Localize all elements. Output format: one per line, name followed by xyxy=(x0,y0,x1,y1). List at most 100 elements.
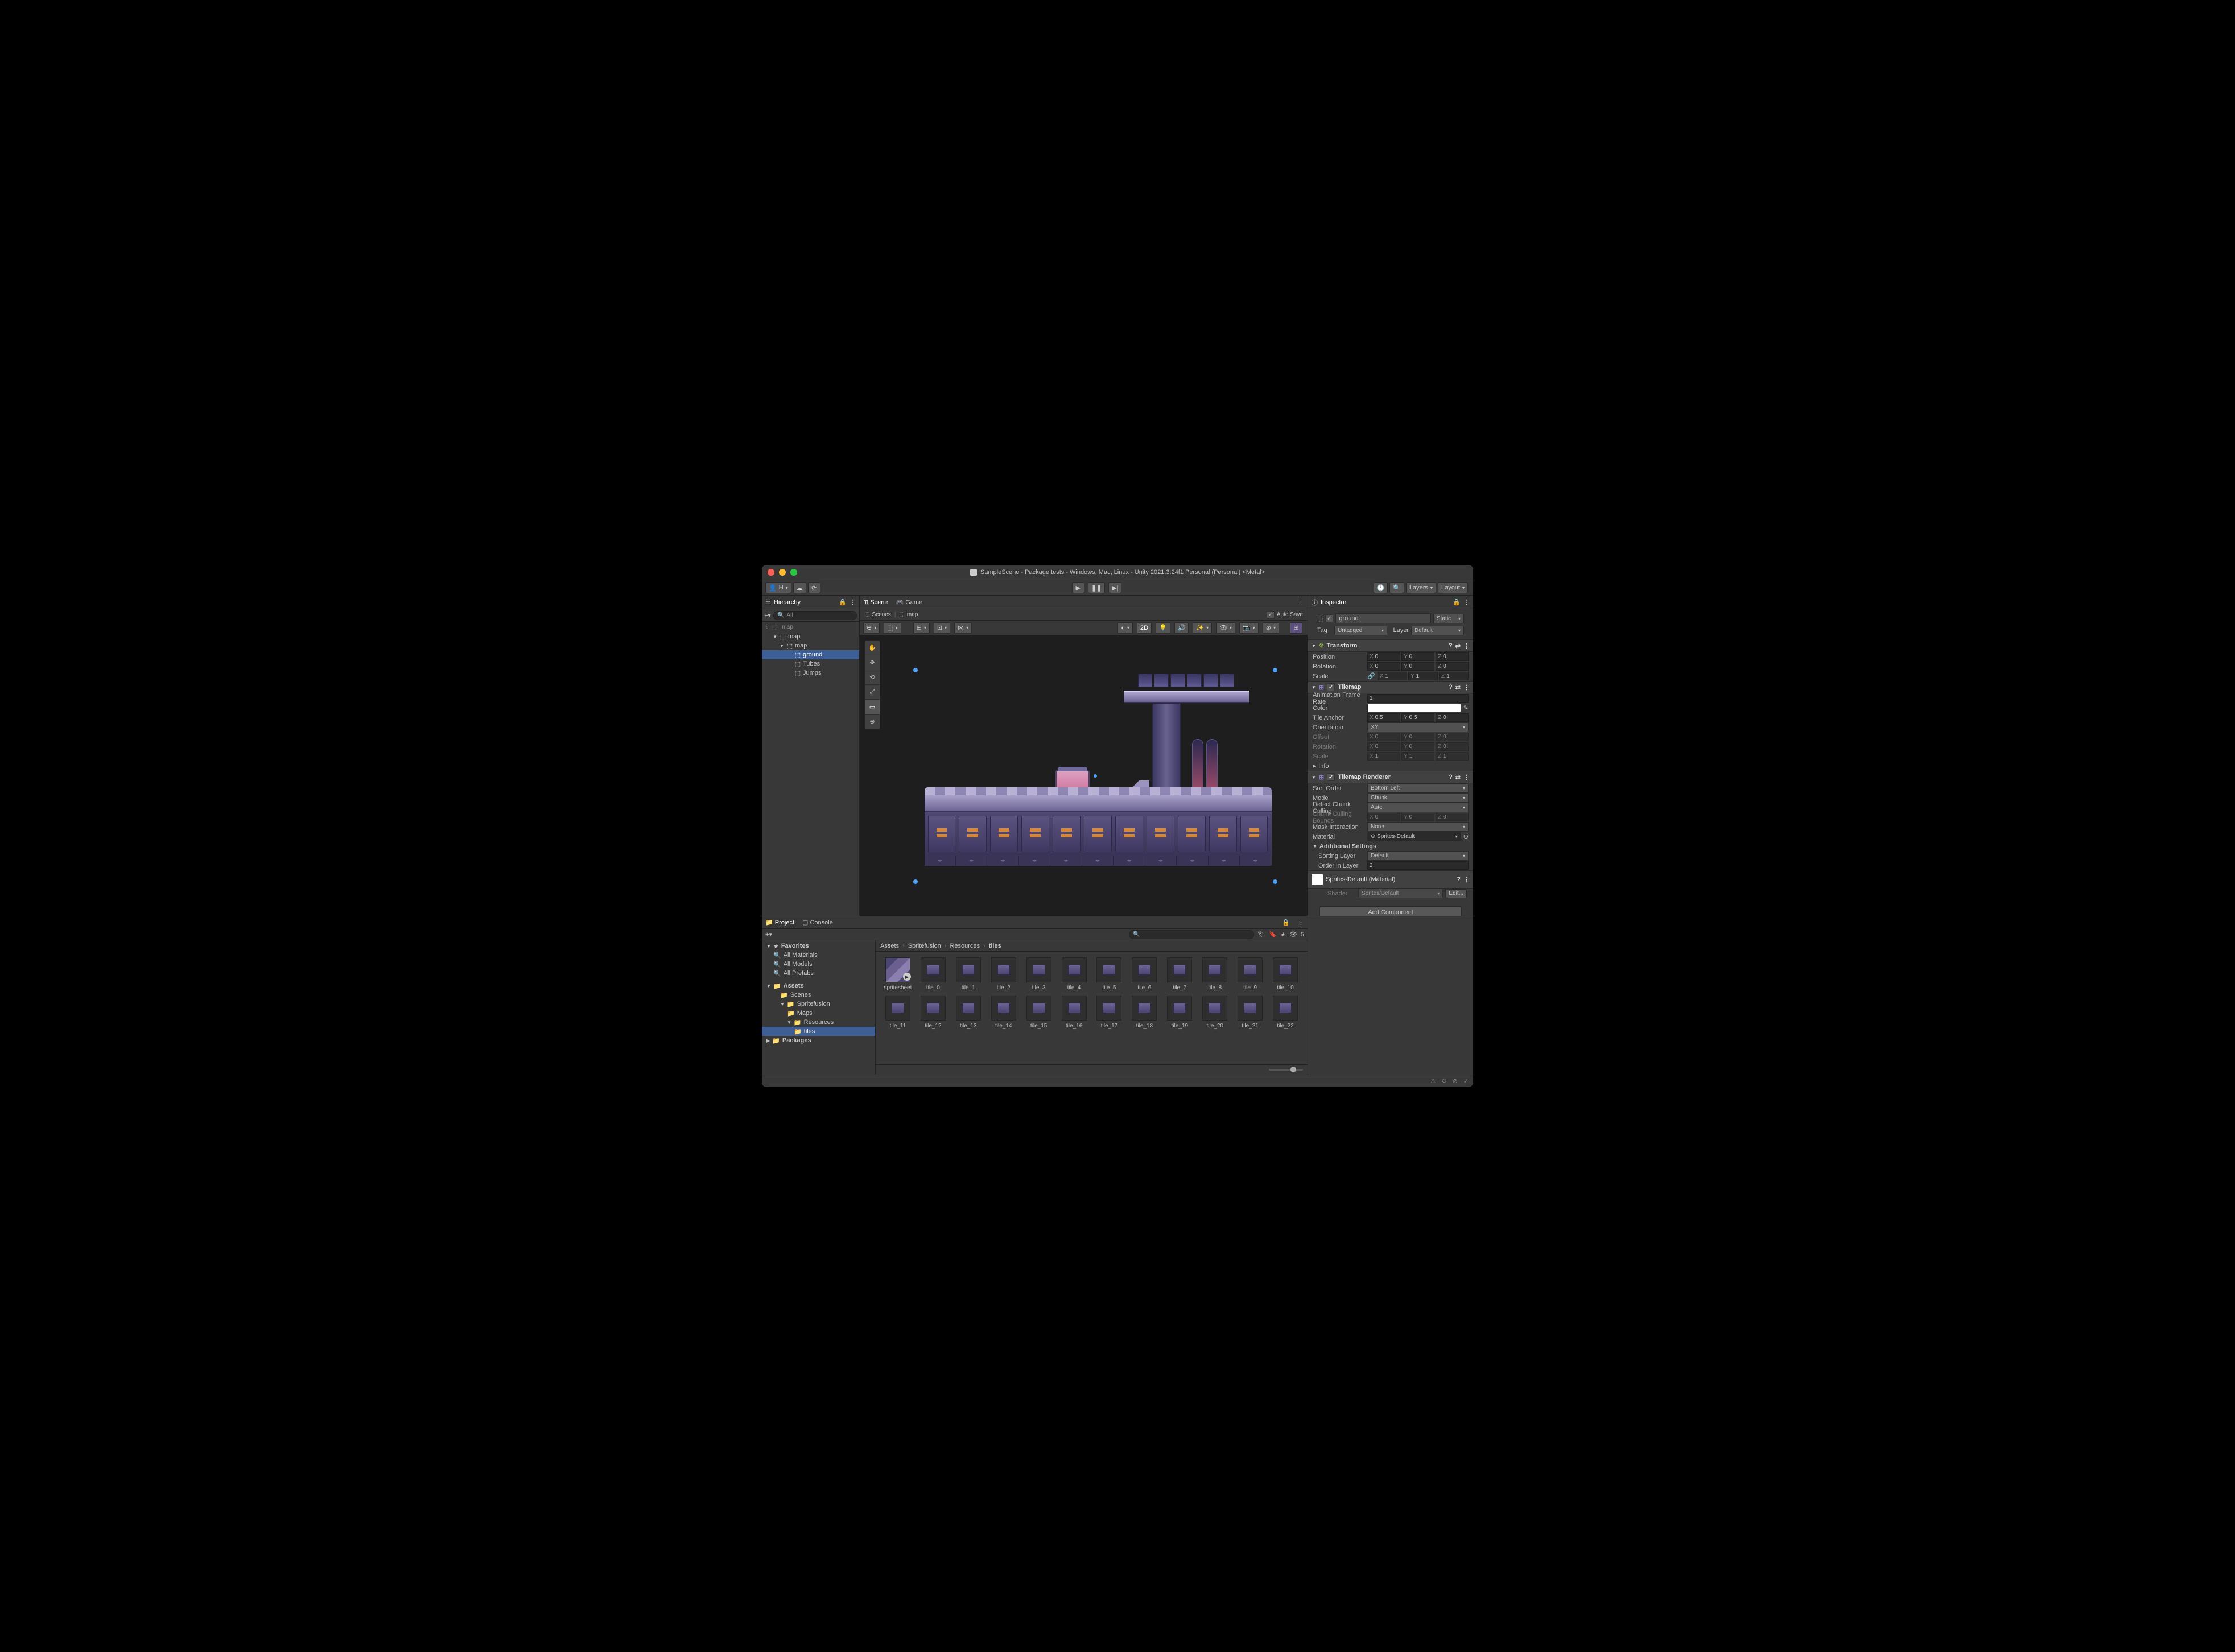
mode-dropdown[interactable]: Chunk xyxy=(1367,793,1469,803)
camera-settings[interactable]: 📷 xyxy=(1239,622,1259,634)
rotation-y-field[interactable]: Y0 xyxy=(1401,662,1434,671)
asset-item[interactable]: tile_16 xyxy=(1058,996,1091,1029)
position-y-field[interactable]: Y0 xyxy=(1401,652,1434,661)
2d-toggle[interactable]: 2D xyxy=(1137,622,1152,634)
favorite-icon[interactable]: ★ xyxy=(1280,931,1286,938)
eyedropper-icon[interactable]: ✎ xyxy=(1463,704,1469,712)
history-button[interactable]: ⟳ xyxy=(808,582,820,593)
rect-tool[interactable]: ▭ xyxy=(865,700,880,715)
pivot-mode-dropdown[interactable]: ⊕ xyxy=(863,622,880,634)
snap-dropdown[interactable]: ⋈ xyxy=(954,622,972,634)
asset-item[interactable]: tile_12 xyxy=(917,996,950,1029)
scale-z-field[interactable]: Z1 xyxy=(1439,672,1469,680)
tilemap-enabled-checkbox[interactable]: ✓ xyxy=(1327,683,1335,691)
scale-y-field[interactable]: Y1 xyxy=(1408,672,1438,680)
selection-handle[interactable] xyxy=(1273,879,1277,884)
static-dropdown[interactable]: Static xyxy=(1433,614,1464,623)
component-menu-icon[interactable]: ⋮ xyxy=(1463,642,1470,650)
selection-handle[interactable] xyxy=(1273,668,1277,672)
expand-toggle[interactable]: ▼ xyxy=(772,634,778,639)
transform-tool[interactable]: ⊕ xyxy=(865,715,880,729)
asset-item[interactable]: tile_19 xyxy=(1163,996,1196,1029)
gizmos-dropdown[interactable]: ⊛ xyxy=(1263,622,1279,634)
asset-item[interactable]: tile_9 xyxy=(1234,957,1267,991)
grid-snap-dropdown[interactable]: ⊞ xyxy=(913,622,930,634)
additional-foldout[interactable]: ▼Additional Settings xyxy=(1308,841,1473,851)
anchor-z-field[interactable]: Z0 xyxy=(1436,713,1469,722)
asset-item[interactable]: tile_11 xyxy=(881,996,914,1029)
material-field[interactable]: ⊙ Sprites-Default xyxy=(1367,832,1461,841)
inspector-menu-icon[interactable]: ⋮ xyxy=(1463,598,1470,606)
step-button[interactable]: ▶| xyxy=(1108,582,1121,593)
anchor-x-field[interactable]: X0.5 xyxy=(1367,713,1400,722)
handle-mode-dropdown[interactable]: ⬚ xyxy=(884,622,901,634)
order-field[interactable]: 2 xyxy=(1367,861,1469,870)
visibility-toggle[interactable]: 👁 xyxy=(1216,622,1235,634)
status-icon[interactable]: ⊘ xyxy=(1453,1077,1458,1085)
undo-history-button[interactable]: 🕘 xyxy=(1374,582,1388,593)
hierarchy-search[interactable]: 🔍 All xyxy=(773,611,857,620)
scale-x-field[interactable]: X1 xyxy=(1378,672,1407,680)
folder-item[interactable]: ▼📁Resources xyxy=(762,1018,875,1027)
rotation-z-field[interactable]: Z0 xyxy=(1436,662,1469,671)
component-menu-icon[interactable]: ⋮ xyxy=(1463,774,1470,781)
active-checkbox[interactable]: ✓ xyxy=(1325,614,1333,622)
inspector-tab[interactable]: Inspector xyxy=(1321,599,1346,606)
cloud-button[interactable]: ☁ xyxy=(793,582,806,593)
breadcrumb-item[interactable]: Assets xyxy=(880,943,899,949)
hierarchy-lock-icon[interactable]: 🔒 xyxy=(839,598,847,606)
status-icon[interactable]: ⚠ xyxy=(1430,1077,1436,1085)
mask-dropdown[interactable]: None xyxy=(1367,822,1469,832)
snap-increment-dropdown[interactable]: ⊡ xyxy=(934,622,950,634)
component-menu-icon[interactable]: ⋮ xyxy=(1463,684,1470,691)
scene-breadcrumb-current[interactable]: ⬚map xyxy=(899,612,918,618)
console-tab[interactable]: ▢ Console xyxy=(802,919,833,926)
frame-rate-field[interactable]: 1 xyxy=(1367,694,1469,703)
grid-toggle[interactable]: ⊞ xyxy=(1290,622,1302,634)
sorting-layer-dropdown[interactable]: Default xyxy=(1367,851,1469,861)
add-component-button[interactable]: Add Component xyxy=(1319,906,1462,916)
position-x-field[interactable]: X0 xyxy=(1367,652,1400,661)
asset-item[interactable]: spritesheet xyxy=(881,957,914,991)
asset-item[interactable]: tile_7 xyxy=(1163,957,1196,991)
object-name-field[interactable]: ground xyxy=(1335,613,1431,623)
asset-item[interactable]: tile_21 xyxy=(1234,996,1267,1029)
asset-item[interactable]: tile_18 xyxy=(1128,996,1161,1029)
tilemap-renderer-header[interactable]: ▼⊞ ✓ Tilemap Renderer ? ⇄ ⋮ xyxy=(1308,771,1473,783)
sort-order-dropdown[interactable]: Bottom Left xyxy=(1367,783,1469,793)
asset-item[interactable]: tile_8 xyxy=(1198,957,1231,991)
transform-component-header[interactable]: ▼⟐ Transform ? ⇄ ⋮ xyxy=(1308,639,1473,652)
asset-item[interactable]: tile_5 xyxy=(1093,957,1126,991)
shading-mode-dropdown[interactable]: ◐ xyxy=(1118,622,1133,634)
preset-icon[interactable]: ⇄ xyxy=(1455,642,1461,650)
hidden-icon[interactable]: 👁 xyxy=(1289,931,1297,938)
material-section-header[interactable]: Sprites-Default (Material) ? ⋮ xyxy=(1308,870,1473,889)
status-icon[interactable]: ⛭ xyxy=(1442,1077,1447,1085)
tag-dropdown[interactable]: Untagged xyxy=(1334,626,1387,635)
asset-item[interactable]: tile_17 xyxy=(1093,996,1126,1029)
asset-item[interactable]: tile_6 xyxy=(1128,957,1161,991)
search-by-label-icon[interactable]: 🔖 xyxy=(1269,931,1277,938)
layer-dropdown[interactable]: Default xyxy=(1411,626,1464,635)
constrain-icon[interactable]: 🔗 xyxy=(1367,672,1375,680)
prev-scene-button[interactable]: ‹ xyxy=(765,623,768,631)
search-by-type-icon[interactable]: 🏷 xyxy=(1257,931,1265,938)
asset-item[interactable]: tile_0 xyxy=(917,957,950,991)
inspector-lock-icon[interactable]: 🔒 xyxy=(1453,598,1461,606)
shader-dropdown[interactable]: Sprites/Default xyxy=(1358,889,1443,898)
position-z-field[interactable]: Z0 xyxy=(1436,652,1469,661)
help-icon[interactable]: ? xyxy=(1449,642,1453,649)
auto-save-checkbox[interactable]: ✓ xyxy=(1267,611,1275,619)
asset-item[interactable]: tile_13 xyxy=(952,996,985,1029)
hierarchy-tab[interactable]: Hierarchy xyxy=(774,599,801,606)
view-tool[interactable]: ✋ xyxy=(865,641,880,655)
scene-breadcrumb-root[interactable]: ⬚Scenes xyxy=(864,612,891,618)
scene-canvas[interactable]: ✋ ✥ ⟲ ⤢ ▭ ⊕ xyxy=(860,635,1308,916)
color-field[interactable] xyxy=(1367,704,1461,712)
create-dropdown[interactable]: +▾ xyxy=(765,931,772,938)
info-foldout[interactable]: ▶Info xyxy=(1308,761,1473,771)
project-menu-icon[interactable]: ⋮ xyxy=(1298,919,1304,926)
help-icon[interactable]: ? xyxy=(1449,774,1453,780)
preset-icon[interactable]: ⇄ xyxy=(1455,774,1461,781)
status-icon[interactable]: ✓ xyxy=(1463,1077,1469,1085)
